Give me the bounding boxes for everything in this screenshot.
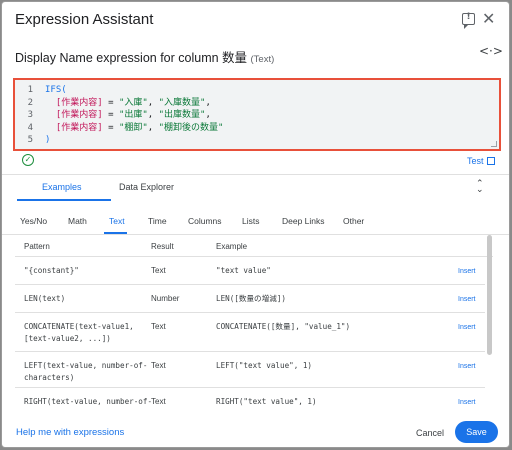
tab-time[interactable]: Time xyxy=(148,216,167,226)
code-token: , xyxy=(205,110,211,120)
expression-assistant-dialog: Expression Assistant ✕ Display Name expr… xyxy=(1,1,510,448)
table-row: LEN(text) Number LEN([数量の増減]) Insert xyxy=(15,285,485,313)
table-header: Pattern Result Example xyxy=(15,235,493,257)
dialog-footer: Help me with expressions Cancel Save xyxy=(2,413,509,447)
test-link[interactable]: Test xyxy=(467,156,495,166)
close-icon[interactable]: ✕ xyxy=(482,9,495,28)
table-row: CONCATENATE(text-value1, [text-value2, .… xyxy=(15,313,485,352)
line-number: 4 xyxy=(27,122,33,133)
cell-result: Number xyxy=(151,294,180,303)
tab-examples[interactable]: Examples xyxy=(42,182,82,192)
open-external-icon xyxy=(486,157,495,165)
line-number: 3 xyxy=(27,110,33,120)
line-number: 5 xyxy=(27,135,33,145)
code-line: [作業内容] = "棚卸", "棚卸後の数量" xyxy=(45,122,224,135)
test-label: Test xyxy=(467,156,484,166)
code-token: ) xyxy=(45,135,51,145)
cancel-button[interactable]: Cancel xyxy=(412,423,448,443)
save-button[interactable]: Save xyxy=(455,421,498,443)
code-area[interactable]: IFS( [作業内容] = "入庫", "入庫数量", [作業内容] = "出庫… xyxy=(45,84,223,147)
code-token: "棚卸" xyxy=(118,122,148,133)
cell-example: RIGHT("text value", 1) xyxy=(216,397,317,406)
insert-button[interactable]: Insert xyxy=(458,294,476,306)
help-me-with-expressions-link[interactable]: Help me with expressions xyxy=(16,427,124,438)
insert-button[interactable]: Insert xyxy=(458,322,476,334)
code-token: [作業内容] xyxy=(45,122,103,133)
code-line: [作業内容] = "出庫", "出庫数量", xyxy=(45,109,223,122)
insert-button[interactable]: Insert xyxy=(458,397,476,409)
tab-text[interactable]: Text xyxy=(109,216,125,226)
dialog-titlebar: Expression Assistant ✕ xyxy=(2,2,509,38)
subtitle-text: Display Name expression for column 数量 xyxy=(15,51,248,65)
tab-math[interactable]: Math xyxy=(68,216,87,226)
cell-result: Text xyxy=(151,397,166,406)
tab-other[interactable]: Other xyxy=(343,216,364,226)
cell-example: CONCATENATE([数量], "value_1") xyxy=(216,322,351,331)
scrollbar-thumb[interactable] xyxy=(487,235,492,355)
line-number: 1 xyxy=(27,85,33,95)
table-row: "{constant}" Text "text value" Insert xyxy=(15,257,485,285)
cell-result: Text xyxy=(151,322,166,331)
code-token: "出庫数量" xyxy=(158,110,206,120)
code-token: , xyxy=(205,97,211,108)
cell-pattern: RIGHT(text-value, number-of- xyxy=(24,397,153,406)
code-token: , xyxy=(147,110,159,120)
code-token: = xyxy=(102,97,119,108)
table-row: RIGHT(text-value, number-of- Text RIGHT("t… xyxy=(15,388,485,413)
feedback-icon[interactable] xyxy=(462,12,475,29)
expression-editor[interactable]: 1 2 3 4 5 IFS( [作業内容] = "入庫", "入庫数量", [作業内容]… xyxy=(13,78,501,151)
function-category-tabs: Yes/No Math Text Time Columns Lists Deep… xyxy=(2,212,509,234)
header-result: Result xyxy=(151,242,174,251)
main-tabs: Examples Data Explorer xyxy=(2,175,509,201)
tab-data-explorer[interactable]: Data Explorer xyxy=(119,182,174,192)
examples-table: Pattern Result Example "{constant}" Text "… xyxy=(15,235,493,413)
tab-lists[interactable]: Lists xyxy=(242,216,259,226)
expression-subtitle: Display Name expression for column 数量 (T… xyxy=(15,47,274,66)
expand-editor-icon[interactable]: <·> xyxy=(479,44,503,58)
cell-result: Text xyxy=(151,361,166,370)
code-token: "出庫" xyxy=(118,110,148,120)
tab-deep-links[interactable]: Deep Links xyxy=(282,216,325,226)
cell-example: LEN([数量の増減]) xyxy=(216,294,286,303)
code-token: "棚卸後の数量" xyxy=(158,122,224,133)
code-token: "入庫" xyxy=(118,97,148,108)
table-row: LEFT(text-value, number-of- characters) T… xyxy=(15,352,485,388)
code-token: , xyxy=(147,97,159,108)
line-number: 2 xyxy=(27,97,33,108)
insert-button[interactable]: Insert xyxy=(458,361,476,373)
tab-columns[interactable]: Columns xyxy=(188,216,222,226)
cell-pattern: LEFT(text-value, number-of- characters) xyxy=(24,361,148,382)
cell-result: Text xyxy=(151,266,166,275)
code-token: [作業内容] xyxy=(45,110,103,120)
code-token: = xyxy=(102,110,119,120)
resize-grip-icon[interactable] xyxy=(491,141,497,147)
code-token: "入庫数量" xyxy=(158,97,206,108)
cell-pattern: "{constant}" xyxy=(24,266,79,275)
line-number-gutter: 1 2 3 4 5 xyxy=(15,84,37,147)
tab-yes-no[interactable]: Yes/No xyxy=(20,216,47,226)
code-token: , xyxy=(147,122,159,133)
dialog-title: Expression Assistant xyxy=(15,11,154,28)
code-token: [作業内容] xyxy=(45,97,103,108)
column-type-label: (Text) xyxy=(250,54,275,65)
code-line: ) xyxy=(45,134,223,147)
insert-button[interactable]: Insert xyxy=(458,266,476,278)
code-line: [作業内容] = "入庫", "入庫数量", xyxy=(45,97,223,110)
header-example: Example xyxy=(216,242,248,251)
cell-pattern: LEN(text) xyxy=(24,294,66,303)
header-pattern: Pattern xyxy=(24,242,50,251)
cell-example: LEFT("text value", 1) xyxy=(216,361,313,370)
code-line: IFS( xyxy=(45,84,223,97)
cell-example: "text value" xyxy=(216,266,271,275)
cell-pattern: CONCATENATE(text-value1, [text-value2, .… xyxy=(24,322,134,343)
collapse-panel-icon[interactable]: ⌃ ⌄ xyxy=(476,180,484,195)
code-token: IFS( xyxy=(45,85,67,95)
valid-check-icon: ✓ xyxy=(22,154,34,166)
code-token: = xyxy=(102,122,119,133)
active-tab-indicator xyxy=(17,199,111,201)
table-scrollbar[interactable] xyxy=(487,235,492,410)
